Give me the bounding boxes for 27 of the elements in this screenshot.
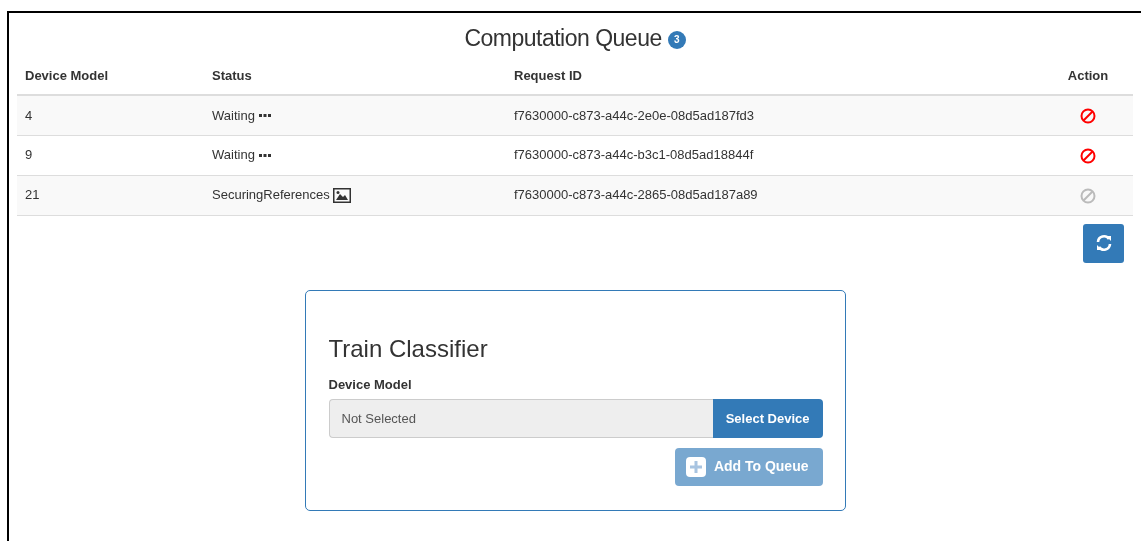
request-id: f7630000-c873-a44c-2865-08d5ad187a89 <box>514 187 758 203</box>
image-icon <box>333 188 352 204</box>
column-header: Device Model <box>25 67 109 83</box>
plus-icon <box>685 456 706 477</box>
column-header: Action <box>1067 67 1109 83</box>
column-header: Status <box>212 67 252 83</box>
ellipsis-icon <box>258 114 271 119</box>
refresh-icon <box>1094 234 1113 252</box>
device-field[interactable]: Not Selected <box>328 398 713 438</box>
cancel-icon[interactable] <box>1080 108 1096 125</box>
card-title: Train Classifier <box>328 334 489 364</box>
page-title: Computation Queue <box>464 25 662 51</box>
status-text: SecuringReferences <box>212 187 330 203</box>
table-cell: 4 <box>25 107 33 123</box>
column-header: Request ID <box>514 67 582 83</box>
field-label: Device Model <box>328 376 413 395</box>
select-device-button[interactable]: Select Device <box>712 398 823 438</box>
status-text: Waiting <box>212 107 255 123</box>
count-badge: 3 <box>667 30 686 49</box>
request-id: f7630000-c873-a44c-2e0e-08d5ad187fd3 <box>514 107 754 123</box>
refresh-button[interactable] <box>1083 223 1124 263</box>
request-id: f7630000-c873-a44c-b3c1-08d5ad18844f <box>514 147 754 163</box>
table-cell: 21 <box>25 187 40 203</box>
table-cell: 9 <box>25 147 33 163</box>
status-text: Waiting <box>212 147 255 163</box>
ellipsis-icon <box>258 153 271 158</box>
cancel-icon[interactable] <box>1080 147 1096 164</box>
